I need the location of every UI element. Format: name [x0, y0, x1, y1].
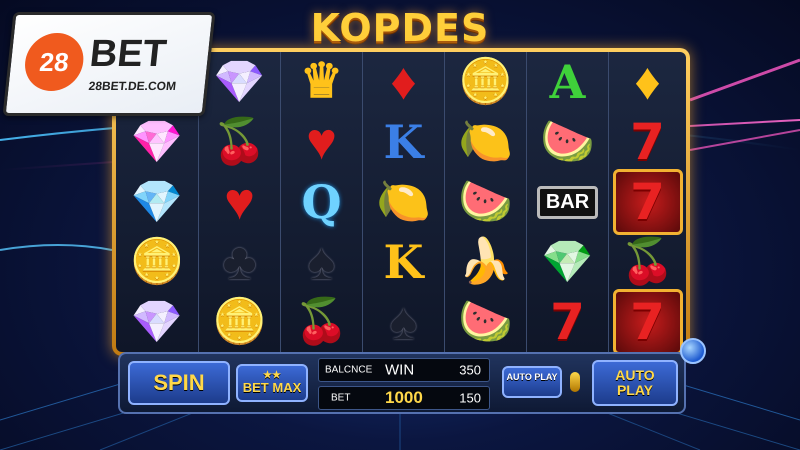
- suit-diamond-icon: ♦: [390, 53, 417, 111]
- gold-coins-icon: 🪙: [129, 237, 185, 286]
- auto-play-button[interactable]: AUTO PLAY: [592, 360, 678, 406]
- bet-display: BET 1000 150: [318, 386, 490, 410]
- brand-logo[interactable]: 28 BET 28BET.DE.COM: [2, 12, 216, 116]
- win-value: 350: [459, 362, 481, 378]
- bar-icon: BAR: [527, 172, 608, 232]
- balance-label: BALCNCE: [325, 364, 373, 376]
- logo-url: 28BET.DE.COM: [87, 79, 177, 93]
- lemon-icon: 🍋: [458, 117, 513, 166]
- heart-icon: ♥: [224, 173, 255, 231]
- watermelon-icon: 🍉: [458, 297, 513, 346]
- watermelon-icon: 🍉: [458, 177, 513, 226]
- spade-icon: ♠: [307, 233, 336, 291]
- red-gem-icon: 💎: [130, 118, 184, 165]
- suit-diamond-icon: ♦: [634, 53, 661, 111]
- logo-word: BET: [87, 33, 169, 75]
- reel-4: ♦ K 🍋 K ♠: [362, 52, 444, 352]
- reel-5: 🪙 🍋 🍉 🍌 🍉: [444, 52, 526, 352]
- logo-badge: 28: [22, 33, 87, 91]
- framed-seven-icon: 7: [609, 289, 686, 352]
- auto-play-line-1: AUTO: [615, 366, 655, 383]
- watermelon-slice-icon: 🍉: [540, 117, 595, 166]
- cherry-icon: 🍒: [294, 297, 349, 346]
- blue-diamond-icon: 💎: [130, 178, 184, 225]
- banana-icon: 🍌: [458, 237, 513, 286]
- control-panel: SPIN ★★ BET MAX BALCNCE WIN 350 BET 1000…: [118, 352, 686, 414]
- letter-a-icon: A: [549, 55, 586, 109]
- bet-label: BET: [331, 392, 351, 404]
- heart-icon: ♥: [306, 113, 337, 171]
- win-label: WIN: [385, 361, 415, 379]
- bet-max-button[interactable]: ★★ BET MAX: [236, 364, 308, 402]
- seven-icon: 7: [630, 113, 665, 171]
- bonus-gem-icon: 💎: [541, 238, 594, 285]
- spade-icon: ♠: [389, 293, 418, 351]
- auto-play-toggle-button[interactable]: AUTO PLAY: [502, 366, 562, 398]
- bet-amount: 150: [459, 390, 481, 406]
- lemon-icon: 🍋: [376, 177, 431, 226]
- win-display: BALCNCE WIN 350: [318, 358, 490, 382]
- info-orb-button[interactable]: [680, 338, 706, 364]
- crown-diamond-icon: ♛: [299, 55, 344, 108]
- purple-diamond-icon: 💎: [213, 58, 266, 105]
- gold-coins-icon: 🪙: [458, 57, 513, 106]
- letter-k-icon: K: [383, 235, 424, 289]
- cherry-icon: 🍒: [620, 237, 675, 286]
- auto-play-switch[interactable]: [570, 372, 580, 392]
- seven-icon: 7: [550, 293, 585, 351]
- letter-k-icon: K: [383, 115, 424, 169]
- cherry-icon: 🍒: [212, 117, 267, 166]
- auto-play-line-2: PLAY: [616, 382, 654, 398]
- spin-button[interactable]: SPIN: [128, 361, 230, 405]
- letter-q-icon: Q: [301, 175, 342, 229]
- reel-6: A 🍉 BAR 💎 7: [526, 52, 608, 352]
- purple-gem-icon: 💎: [130, 298, 184, 345]
- reel-7: ♦ 7 7 🍒 7: [608, 52, 686, 352]
- club-icon: ♣: [222, 233, 257, 291]
- bet-max-label: BET MAX: [242, 380, 302, 396]
- bet-value: 1000: [385, 388, 423, 407]
- reel-2: 💎 🍒 ♥ ♣ 🪙: [198, 52, 280, 352]
- reel-3: ♛ ♥ Q ♠ 🍒: [280, 52, 362, 352]
- gold-coins-icon: 🪙: [212, 297, 267, 346]
- framed-seven-icon: 7: [609, 169, 686, 235]
